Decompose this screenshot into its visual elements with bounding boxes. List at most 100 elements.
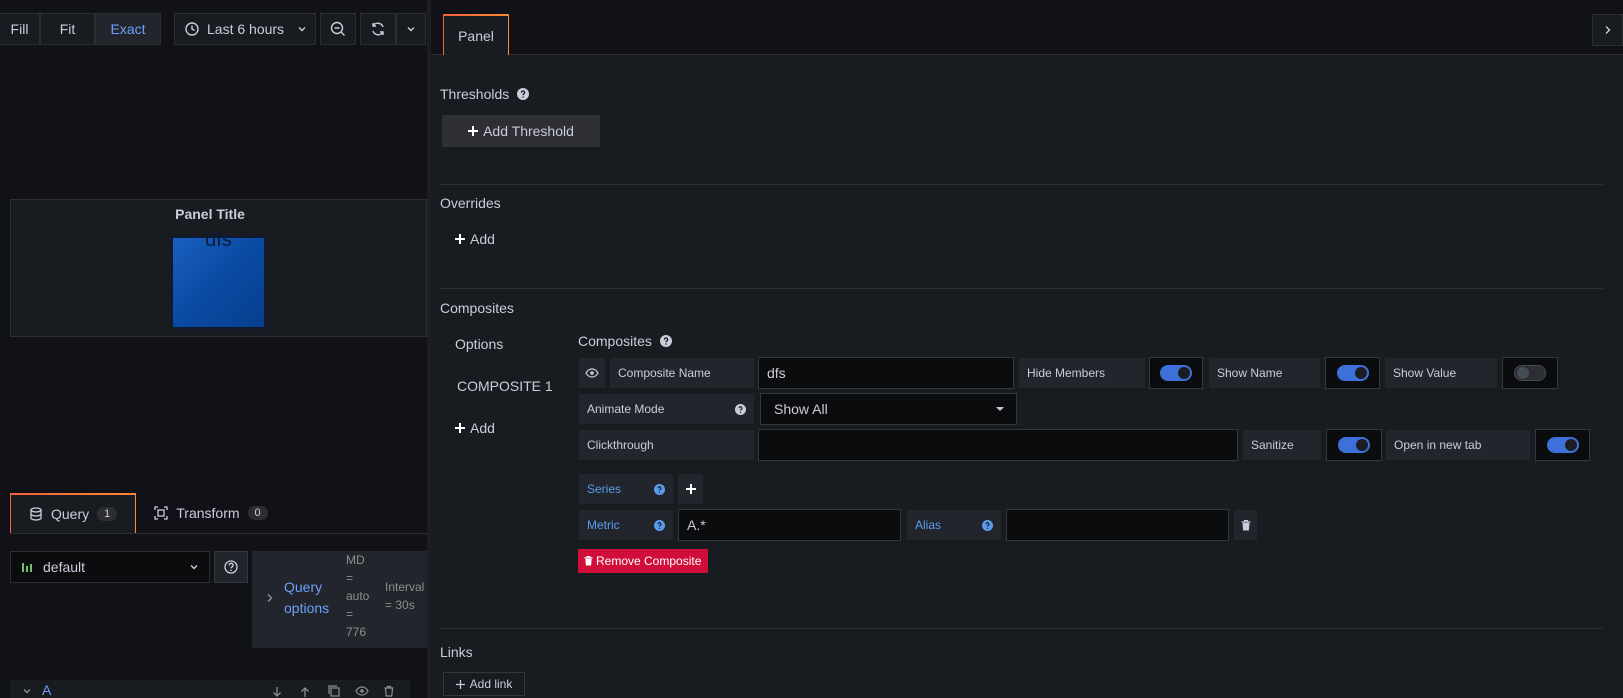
series-label: Series	[578, 473, 674, 505]
metric-input[interactable]: A.*	[678, 509, 901, 541]
zoom-out-button[interactable]	[320, 13, 356, 45]
series-label-text: Series	[587, 482, 622, 496]
arrow-up-icon[interactable]	[300, 686, 310, 698]
show-value-switch[interactable]	[1502, 357, 1558, 389]
show-value-label: Show Value	[1384, 357, 1498, 389]
overrides-add-button[interactable]: Add	[455, 231, 495, 247]
chevron-down-icon	[189, 562, 199, 572]
plus-icon	[455, 234, 465, 244]
query-options-title[interactable]: Query options	[284, 577, 329, 619]
arrow-down-icon[interactable]	[272, 686, 282, 698]
add-threshold-label: Add Threshold	[483, 123, 574, 139]
composites-nav-add-button[interactable]: Add	[455, 420, 495, 436]
stat-value: dfs	[205, 229, 232, 251]
query-options-title-line-2: options	[284, 600, 330, 616]
sanitize-switch[interactable]	[1326, 429, 1382, 461]
query-row-a[interactable]: A	[10, 680, 410, 698]
composite-name-input[interactable]: dfs	[758, 357, 1014, 389]
collapse-pane-button[interactable]	[1592, 14, 1623, 46]
view-mode-group: Fill Fit Exact	[0, 13, 161, 45]
chevron-right-icon	[1604, 25, 1612, 35]
question-circle-icon	[224, 560, 238, 574]
sanitize-label: Sanitize	[1242, 429, 1322, 461]
transform-count-badge: 0	[247, 506, 268, 520]
remove-series-button[interactable]	[1233, 509, 1258, 541]
trash-icon	[1241, 519, 1251, 531]
composites-subheader: Composites	[578, 333, 672, 349]
datasource-name: default	[43, 559, 86, 575]
tab-panel[interactable]: Panel	[443, 14, 509, 55]
clock-icon	[185, 22, 199, 36]
question-circle-icon[interactable]	[517, 88, 530, 100]
datasource-select[interactable]: default	[10, 551, 210, 583]
links-title: Links	[440, 644, 473, 660]
eye-icon	[585, 368, 599, 378]
chevron-down-icon	[406, 24, 416, 34]
md-line-3: auto	[346, 589, 370, 603]
thresholds-section: Thresholds	[440, 86, 530, 102]
metric-label-text: Metric	[587, 518, 620, 532]
fill-button[interactable]: Fill	[0, 13, 40, 45]
max-data-points: MD = auto = 776	[346, 551, 369, 641]
md-line-5: 776	[346, 625, 367, 639]
tab-transform[interactable]: Transform 0	[136, 493, 285, 533]
question-circle-icon[interactable]	[659, 335, 672, 347]
add-link-button[interactable]: Add link	[443, 672, 525, 696]
animate-mode-select[interactable]: Show All	[760, 393, 1017, 425]
query-tabs: Query 1 Transform 0	[10, 493, 286, 533]
plus-icon	[455, 423, 465, 433]
question-circle-icon[interactable]	[654, 519, 665, 531]
query-options[interactable]: Query options MD = auto = 776 Interval =…	[252, 551, 427, 648]
section-divider	[440, 288, 1603, 289]
alias-input[interactable]	[1006, 509, 1229, 541]
md-line-4: =	[346, 607, 354, 621]
chevron-down-icon	[22, 686, 32, 696]
datasource-icon	[21, 561, 33, 573]
hide-members-label: Hide Members	[1018, 357, 1146, 389]
show-value-toggle[interactable]	[1514, 365, 1546, 381]
refresh-interval-dropdown[interactable]	[396, 13, 426, 45]
add-threshold-button[interactable]: Add Threshold	[442, 115, 600, 147]
copy-icon[interactable]	[328, 685, 340, 697]
refresh-button[interactable]	[360, 13, 396, 45]
show-name-toggle[interactable]	[1336, 365, 1369, 381]
question-circle-icon[interactable]	[982, 519, 993, 531]
composites-nav-options[interactable]: Options	[455, 336, 503, 352]
fit-button[interactable]: Fit	[40, 13, 95, 45]
panel-title: Panel Title	[175, 206, 245, 222]
options-tab-bar	[431, 0, 1623, 55]
composites-nav-composite-1[interactable]: COMPOSITE 1	[457, 378, 553, 394]
sanitize-toggle[interactable]	[1338, 437, 1370, 453]
show-name-switch[interactable]	[1325, 357, 1380, 389]
clickthrough-input[interactable]	[758, 429, 1238, 461]
trash-icon	[584, 556, 593, 566]
open-new-tab-switch[interactable]	[1535, 429, 1590, 461]
overrides-title: Overrides	[440, 195, 501, 211]
tab-transform-label: Transform	[176, 505, 240, 521]
exact-button[interactable]: Exact	[95, 13, 161, 45]
eye-icon[interactable]	[355, 686, 369, 696]
datasource-help-button[interactable]	[214, 551, 248, 583]
interval-line-2: = 30s	[385, 598, 415, 612]
add-series-button[interactable]	[677, 473, 704, 505]
animate-mode-label: Animate Mode	[578, 393, 755, 425]
question-circle-icon[interactable]	[735, 403, 746, 415]
chevron-down-icon	[297, 24, 307, 34]
section-divider	[440, 184, 1603, 185]
hide-members-switch[interactable]	[1149, 357, 1203, 389]
composite-visibility-toggle[interactable]	[578, 357, 606, 389]
trash-icon[interactable]	[383, 685, 395, 697]
open-new-tab-toggle[interactable]	[1546, 437, 1579, 453]
chevron-right-icon	[266, 593, 274, 603]
thresholds-title: Thresholds	[440, 86, 510, 102]
clickthrough-label: Clickthrough	[578, 429, 755, 461]
time-range-picker[interactable]: Last 6 hours	[174, 13, 316, 45]
tab-query[interactable]: Query 1	[10, 493, 137, 533]
remove-composite-button[interactable]: Remove Composite	[578, 549, 708, 573]
hide-members-toggle[interactable]	[1160, 365, 1192, 381]
plus-icon	[455, 679, 465, 689]
refresh-icon	[370, 21, 386, 37]
question-circle-icon[interactable]	[654, 483, 665, 495]
composites-subtitle: Composites	[578, 333, 652, 349]
query-row-label: A	[42, 682, 52, 698]
